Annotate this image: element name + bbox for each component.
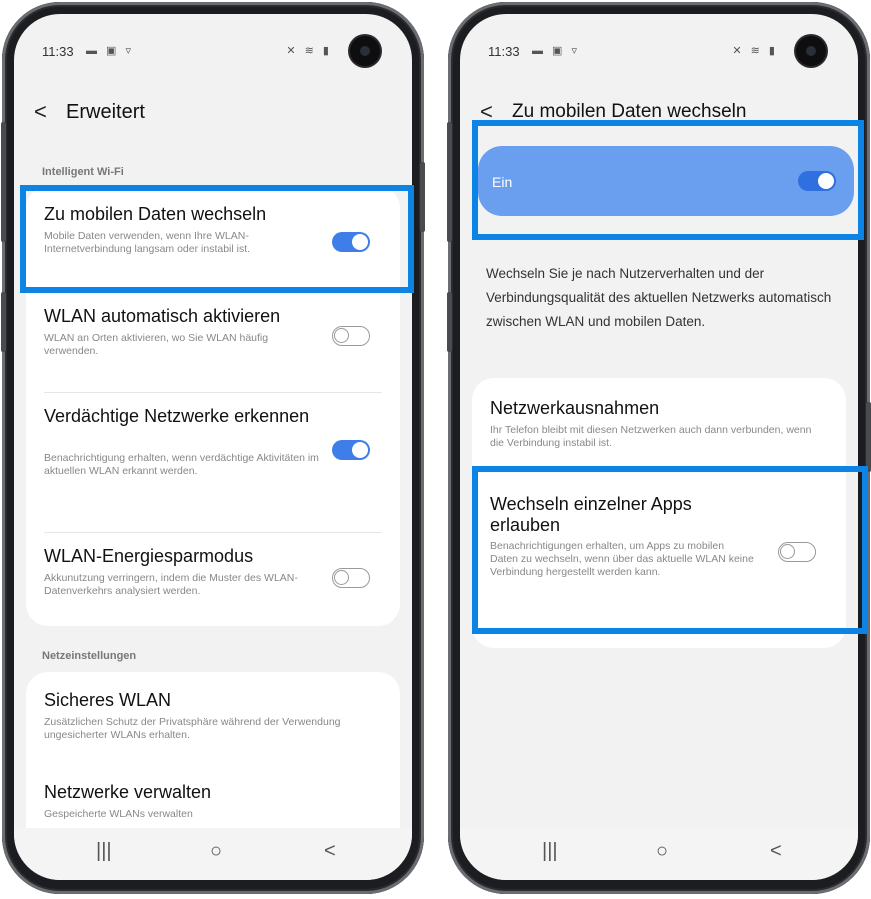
status-time: 11:33 — [42, 44, 74, 59]
setting-suspicious-networks[interactable]: Verdächtige Netzwerke erkennen Benachric… — [26, 398, 400, 518]
bixby-button — [447, 292, 452, 352]
left-screen: 11:33 ▬ ▣ ▿ ✕ ≋ ▮ < Erweitert Intelligen… — [14, 14, 412, 880]
navigation-bar: ||| ○ < — [460, 828, 858, 880]
highlight-box — [472, 120, 864, 240]
setting-auto-wlan[interactable]: WLAN automatisch aktivieren WLAN an Orte… — [26, 298, 400, 378]
toggle-wlan-power-saving[interactable] — [332, 568, 370, 588]
bixby-button — [1, 292, 6, 352]
status-bar: 11:33 ▬ ▣ ▿ ✕ ≋ ▮ — [460, 14, 858, 84]
section-label-network-settings: Netzeinstellungen — [42, 650, 137, 662]
highlight-box — [472, 466, 868, 634]
home-icon[interactable]: ○ — [210, 840, 222, 863]
notification-icons: ▬ ▣ ▿ — [86, 45, 135, 57]
setting-wlan-power-saving[interactable]: WLAN-Energiesparmodus Akkunutzung verrin… — [26, 538, 400, 626]
status-bar: 11:33 ▬ ▣ ▿ ✕ ≋ ▮ — [14, 14, 412, 84]
back-nav-icon[interactable]: < — [770, 840, 782, 863]
setting-description: Akkunutzung verringern, indem die Muster… — [44, 572, 298, 597]
setting-title: Verdächtige Netzwerke erkennen — [44, 406, 310, 426]
setting-description: Gespeicherte WLANs verwalten — [44, 808, 193, 820]
setting-title: WLAN-Energiesparmodus — [44, 546, 254, 566]
volume-button — [1, 122, 6, 242]
page-title: Erweitert — [66, 100, 145, 123]
volume-button — [447, 122, 452, 242]
divider — [44, 392, 382, 393]
home-icon[interactable]: ○ — [656, 840, 668, 863]
signal-icons: ✕ ≋ ▮ — [286, 45, 332, 57]
navigation-bar: ||| ○ < — [14, 828, 412, 880]
front-camera — [350, 36, 380, 66]
setting-description: Zusätzlichen Schutz der Privatsphäre wäh… — [44, 716, 341, 741]
setting-network-exceptions[interactable]: Netzwerkausnahmen Ihr Telefon bleibt mit… — [472, 378, 846, 462]
divider — [44, 532, 382, 533]
back-arrow-icon[interactable]: < — [34, 99, 66, 125]
setting-title: Netzwerke verwalten — [44, 782, 212, 802]
setting-title: Sicheres WLAN — [44, 690, 172, 710]
status-time: 11:33 — [488, 44, 520, 59]
recent-apps-icon[interactable]: ||| — [542, 840, 558, 863]
highlight-box — [20, 185, 414, 293]
left-phone: 11:33 ▬ ▣ ▿ ✕ ≋ ▮ < Erweitert Intelligen… — [1, 2, 425, 894]
power-button — [420, 162, 425, 232]
setting-description: Ihr Telefon bleibt mit diesen Netzwerken… — [490, 424, 812, 449]
section-label-intelligent-wifi: Intelligent Wi-Fi — [42, 166, 124, 178]
toggle-auto-wlan[interactable] — [332, 326, 370, 346]
app-bar: < Erweitert — [34, 92, 392, 132]
setting-secure-wlan[interactable]: Sicheres WLAN Zusätzlichen Schutz der Pr… — [26, 672, 400, 762]
signal-icons: ✕ ≋ ▮ — [732, 45, 778, 57]
front-camera — [796, 36, 826, 66]
back-nav-icon[interactable]: < — [324, 840, 336, 863]
setting-title: WLAN automatisch aktivieren — [44, 306, 281, 326]
setting-description: Benachrichtigung erhalten, wenn verdächt… — [44, 452, 319, 477]
power-button — [866, 402, 871, 472]
description-text: Wechseln Sie je nach Nutzerverhalten und… — [486, 266, 832, 329]
setting-description: WLAN an Orten aktivieren, wo Sie WLAN hä… — [44, 332, 269, 357]
recent-apps-icon[interactable]: ||| — [96, 840, 112, 863]
notification-icons: ▬ ▣ ▿ — [532, 45, 581, 57]
toggle-suspicious-networks[interactable] — [332, 440, 370, 460]
setting-title: Netzwerkausnahmen — [490, 398, 660, 418]
